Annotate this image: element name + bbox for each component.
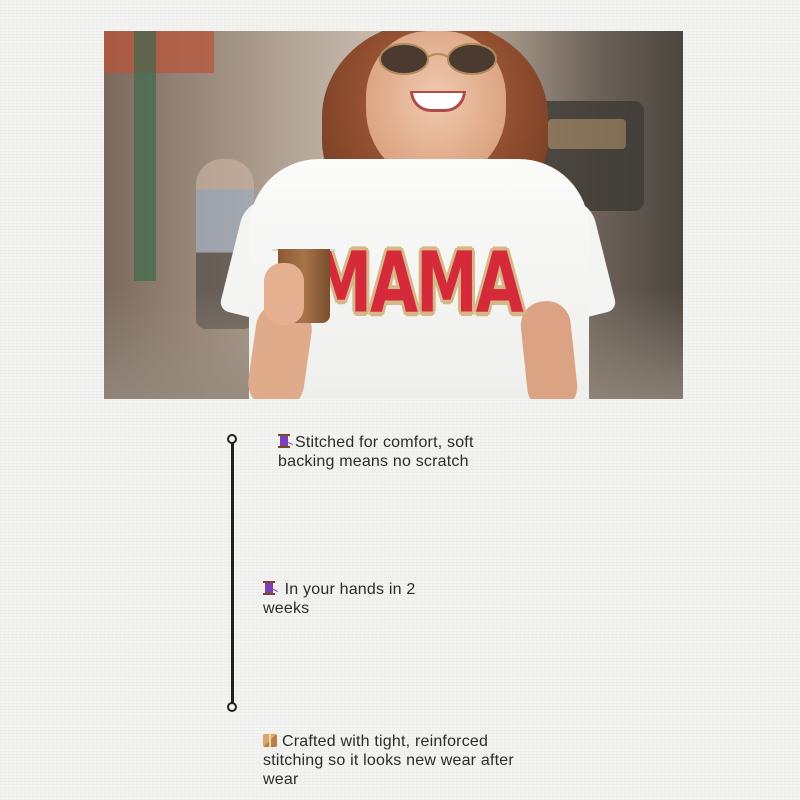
timeline-dot-top [227, 434, 237, 444]
thread-spool-icon [263, 581, 278, 595]
timeline-dot-bottom [227, 702, 237, 712]
feature-item-comfort: Stitched for comfort, soft backing means… [278, 433, 528, 471]
background-awning [104, 31, 214, 73]
sunglasses-icon [379, 43, 497, 75]
thread-spool-icon [278, 434, 293, 448]
feature-text: Stitched for comfort, soft backing means… [278, 434, 474, 470]
feature-item-durability: Crafted with tight, reinforced stitching… [263, 732, 533, 789]
background-tree [134, 31, 156, 281]
shirt-lettering: MAMA [310, 232, 523, 332]
product-photo: MAMA [104, 31, 683, 399]
model-hand [264, 263, 304, 325]
package-box-icon [263, 734, 277, 747]
feature-text: Crafted with tight, reinforced stitching… [263, 733, 514, 788]
feature-item-delivery: In your hands in 2 weeks [263, 580, 463, 618]
feature-text: In your hands in 2 weeks [263, 581, 416, 617]
timeline-line [231, 440, 234, 706]
